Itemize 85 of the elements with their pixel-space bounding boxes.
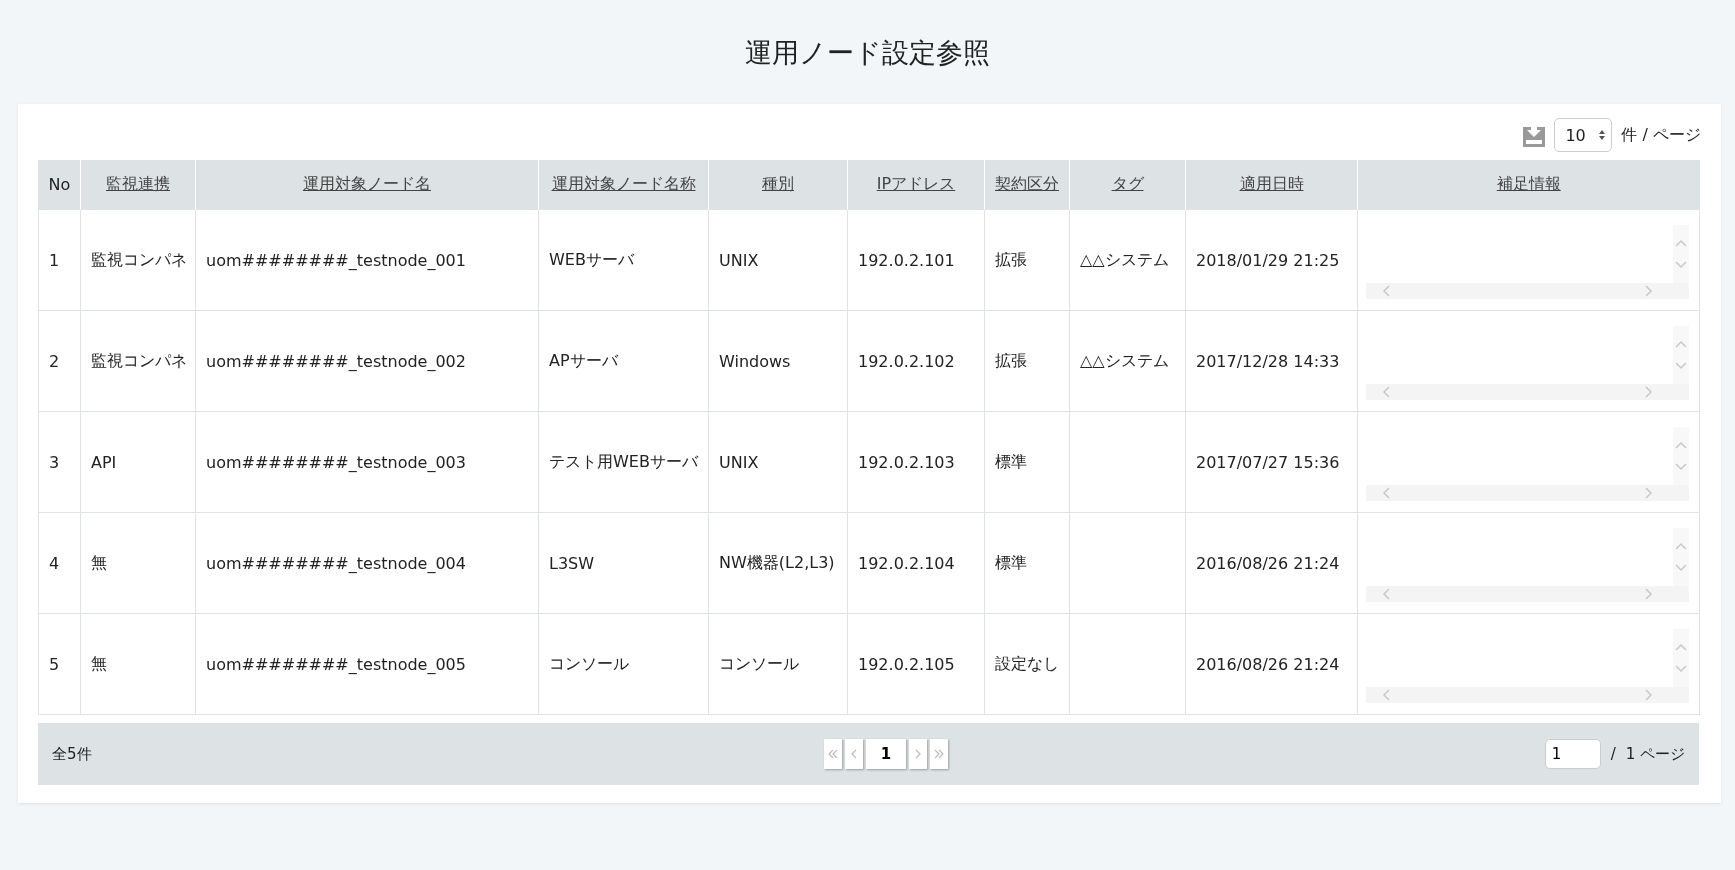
per-page-label: 件 / ページ: [1621, 124, 1701, 146]
sort-link[interactable]: 適用日時: [1239, 174, 1304, 193]
table-cell: APサーバ: [549, 350, 618, 370]
column-header: No: [48, 175, 71, 194]
table-cell: uom########_testnode_005: [206, 654, 466, 674]
chevron-right-icon: [915, 749, 921, 759]
table-cell: 拡張: [995, 350, 1027, 370]
sort-link[interactable]: タグ: [1111, 174, 1144, 193]
table-cell: 監視コンパネ: [91, 350, 187, 370]
table-cell: UNIX: [719, 452, 759, 472]
scroll-down-icon[interactable]: [1675, 261, 1687, 269]
scroll-down-icon[interactable]: [1675, 463, 1687, 471]
scroll-right-icon[interactable]: [1645, 386, 1653, 398]
table-cell: 5: [49, 654, 60, 674]
scroll-right-icon[interactable]: [1645, 285, 1653, 297]
scroll-right-icon[interactable]: [1645, 588, 1653, 600]
table-cell: 192.0.2.102: [858, 351, 955, 371]
sort-link[interactable]: 種別: [762, 174, 794, 193]
table-cell: 無: [91, 653, 107, 673]
scroll-up-icon[interactable]: [1675, 340, 1687, 348]
table-cell: 2: [49, 351, 60, 371]
double-chevron-left-icon: [828, 749, 838, 759]
scroll-left-icon[interactable]: [1382, 487, 1390, 499]
table-cell: uom########_testnode_002: [206, 351, 466, 371]
table-cell: Windows: [719, 351, 791, 371]
table-cell: uom########_testnode_001: [206, 250, 466, 270]
last-page-button[interactable]: [930, 739, 948, 769]
prev-page-button[interactable]: [845, 739, 863, 769]
table-cell: 拡張: [995, 249, 1027, 269]
next-page-button[interactable]: [909, 739, 927, 769]
table-cell: 2017/07/27 15:36: [1196, 452, 1340, 472]
table-cell: テスト用WEBサーバ: [549, 451, 698, 471]
table-cell: 192.0.2.101: [858, 250, 955, 270]
table-cell: 監視コンパネ: [91, 249, 187, 269]
table-cell: 2017/12/28 14:33: [1196, 351, 1340, 371]
page-separator: /: [1610, 745, 1616, 763]
table-cell: UNIX: [719, 250, 759, 270]
table-cell: コンソール: [549, 653, 629, 673]
table-cell: uom########_testnode_003: [206, 452, 466, 472]
double-chevron-right-icon: [934, 749, 944, 759]
scroll-left-icon[interactable]: [1382, 689, 1390, 701]
table-cell: 無: [91, 552, 107, 572]
total-count: 全5件: [52, 744, 92, 764]
sort-link[interactable]: 運用対象ノード名: [303, 174, 431, 193]
spinner-arrows-icon: [1599, 129, 1606, 141]
table-cell: 192.0.2.105: [858, 654, 955, 674]
page-input[interactable]: 1: [1544, 739, 1601, 769]
table-cell: NW機器(L2,L3): [719, 552, 835, 572]
page-number-button[interactable]: 1: [866, 739, 906, 769]
table-cell: 設定なし: [995, 653, 1059, 673]
table-cell: 2016/08/26 21:24: [1196, 553, 1340, 573]
table-cell: 1: [49, 250, 60, 270]
scroll-down-icon[interactable]: [1675, 665, 1687, 673]
table-cell: 標準: [995, 552, 1027, 572]
table-cell: △△システム: [1080, 350, 1169, 370]
page-count: 1 ページ: [1625, 744, 1685, 764]
table-cell: コンソール: [719, 653, 799, 673]
table-cell: 3: [49, 452, 60, 472]
table-cell: API: [91, 452, 117, 472]
page-title: 運用ノード設定参照: [744, 36, 991, 70]
per-page-select[interactable]: 10: [1554, 118, 1613, 152]
table-cell: 2016/08/26 21:24: [1196, 654, 1340, 674]
scroll-down-icon[interactable]: [1675, 362, 1687, 370]
table-cell: WEBサーバ: [549, 249, 634, 269]
sort-link[interactable]: 補足情報: [1496, 174, 1561, 193]
chevron-left-icon: [851, 749, 857, 759]
scroll-left-icon[interactable]: [1382, 285, 1390, 297]
scroll-up-icon[interactable]: [1675, 643, 1687, 651]
scroll-up-icon[interactable]: [1675, 542, 1687, 550]
table-cell: L3SW: [549, 553, 595, 573]
scroll-left-icon[interactable]: [1382, 588, 1390, 600]
scroll-up-icon[interactable]: [1675, 441, 1687, 449]
scroll-left-icon[interactable]: [1382, 386, 1390, 398]
table-cell: 標準: [995, 451, 1027, 471]
table-cell: 2018/01/29 21:25: [1196, 250, 1340, 270]
scroll-up-icon[interactable]: [1675, 239, 1687, 247]
scroll-down-icon[interactable]: [1675, 564, 1687, 572]
scroll-right-icon[interactable]: [1645, 487, 1653, 499]
table-cell: uom########_testnode_004: [206, 553, 466, 573]
table-cell: 192.0.2.104: [858, 553, 955, 573]
scroll-right-icon[interactable]: [1645, 689, 1653, 701]
table-cell: △△システム: [1080, 249, 1169, 269]
table-cell: 4: [49, 553, 60, 573]
first-page-button[interactable]: [824, 739, 842, 769]
table-cell: 192.0.2.103: [858, 452, 955, 472]
